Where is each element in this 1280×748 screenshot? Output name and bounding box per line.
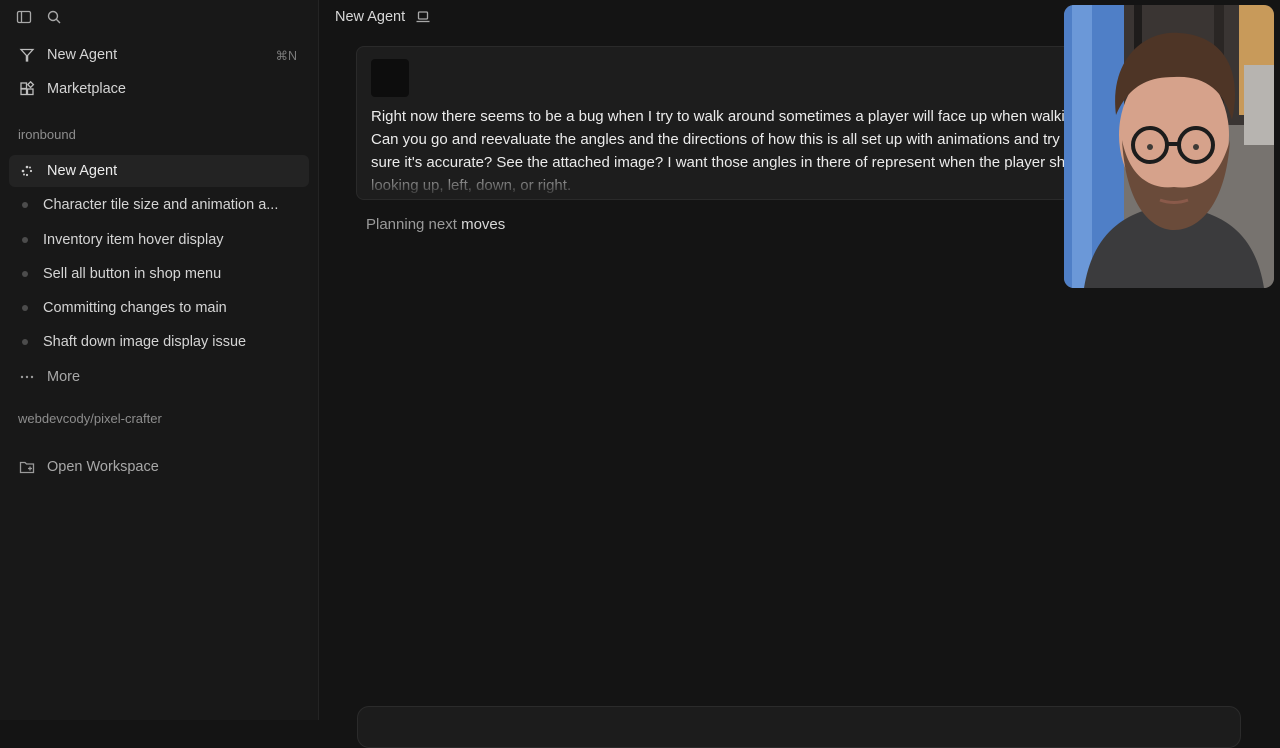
agent-item-label: Inventory item hover display [43,232,224,248]
folder-plus-icon [19,459,35,475]
nav-new-agent[interactable]: New Agent ⌘N [9,39,309,71]
status-emphasis: moves [461,216,506,233]
ellipsis-icon [19,369,35,385]
chat-composer[interactable] [357,706,1241,748]
workspace-name: webdevcody/pixel-crafter [18,411,162,426]
status-dot [22,237,28,243]
agent-item[interactable]: Character tile size and animation a... [9,189,309,221]
agent-status: Planning next moves [366,216,505,233]
page-title: New Agent [335,9,406,25]
search-icon[interactable] [46,9,62,25]
user-message-card[interactable]: Right now there seems to be a bug when I… [356,46,1158,200]
laptop-icon[interactable] [415,9,431,25]
loading-dots-icon [19,163,35,179]
webcam-illustration [1064,5,1274,288]
attached-image-thumbnail[interactable] [371,59,409,97]
more-label: More [47,369,81,385]
nav-marketplace[interactable]: Marketplace [9,73,309,105]
agent-item-label: Character tile size and animation a... [43,197,279,213]
nav-new-agent-label: New Agent [47,47,118,63]
open-workspace-label: Open Workspace [47,459,159,475]
status-dot [22,305,28,311]
message-fade [357,165,1157,199]
status-dot [22,339,28,345]
webcam-overlay [1064,5,1274,288]
agent-item-label: New Agent [47,163,118,179]
sidebar-top-icons [16,9,62,25]
open-workspace-button[interactable]: Open Workspace [9,451,309,483]
status-prefix: Planning next [366,216,457,233]
new-agent-shortcut: ⌘N [275,48,297,63]
workspace-name: ironbound [18,127,76,142]
agent-item[interactable]: Inventory item hover display [9,224,309,256]
sidebar-toggle-icon[interactable] [16,9,32,25]
header: New Agent [335,9,431,25]
agent-item[interactable]: Sell all button in shop menu [9,258,309,290]
agent-item[interactable]: Shaft down image display issue [9,326,309,358]
agent-item-new-agent[interactable]: New Agent [9,155,309,187]
more-button[interactable]: More [9,361,309,393]
agent-icon [19,47,35,63]
agent-item[interactable]: Committing changes to main [9,292,309,324]
sidebar: New Agent ⌘N Marketplace ironbound New A… [0,0,319,720]
marketplace-icon [19,81,35,97]
agent-item-label: Committing changes to main [43,300,227,316]
agent-item-label: Sell all button in shop menu [43,266,222,282]
status-dot [22,202,28,208]
status-dot [22,271,28,277]
nav-marketplace-label: Marketplace [47,81,126,97]
agent-item-label: Shaft down image display issue [43,334,247,350]
